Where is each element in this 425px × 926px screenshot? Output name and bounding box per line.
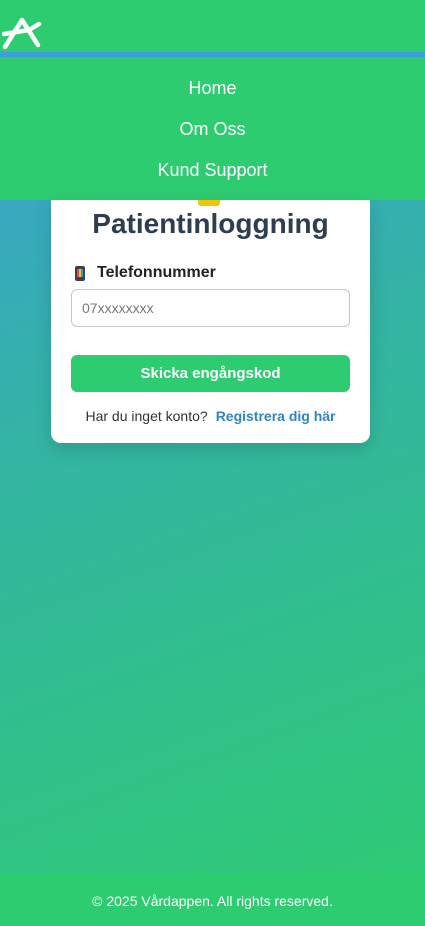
- page-title: Patientinloggning: [92, 208, 329, 239]
- register-row: Har du inget konto? Registrera dig här: [51, 408, 370, 424]
- nav-item-kund-support[interactable]: Kund Support: [0, 159, 425, 181]
- send-code-button[interactable]: Skicka engångskod: [71, 355, 350, 392]
- footer: © 2025 Vårdappen. All rights reserved.: [0, 873, 425, 926]
- login-card: Patientinloggning Telefonnummer Skicka e…: [51, 200, 370, 443]
- footer-copyright: © 2025 Vårdappen. All rights reserved.: [92, 893, 333, 909]
- nav-item-home[interactable]: Home: [0, 77, 425, 99]
- top-bar: [0, 0, 425, 52]
- nav-menu: Home Om Oss Kund Support: [0, 57, 425, 200]
- phone-label: Telefonnummer: [75, 264, 216, 282]
- phone-label-text: Telefonnummer: [97, 264, 216, 281]
- register-link[interactable]: Registrera dig här: [216, 408, 336, 424]
- nav-item-om-oss[interactable]: Om Oss: [0, 118, 425, 140]
- logo-icon[interactable]: [2, 14, 42, 50]
- no-account-text: Har du inget konto?: [85, 408, 208, 424]
- phone-number-input[interactable]: [71, 289, 350, 327]
- card-accent: [198, 200, 220, 206]
- mobile-phone-icon: [75, 265, 85, 281]
